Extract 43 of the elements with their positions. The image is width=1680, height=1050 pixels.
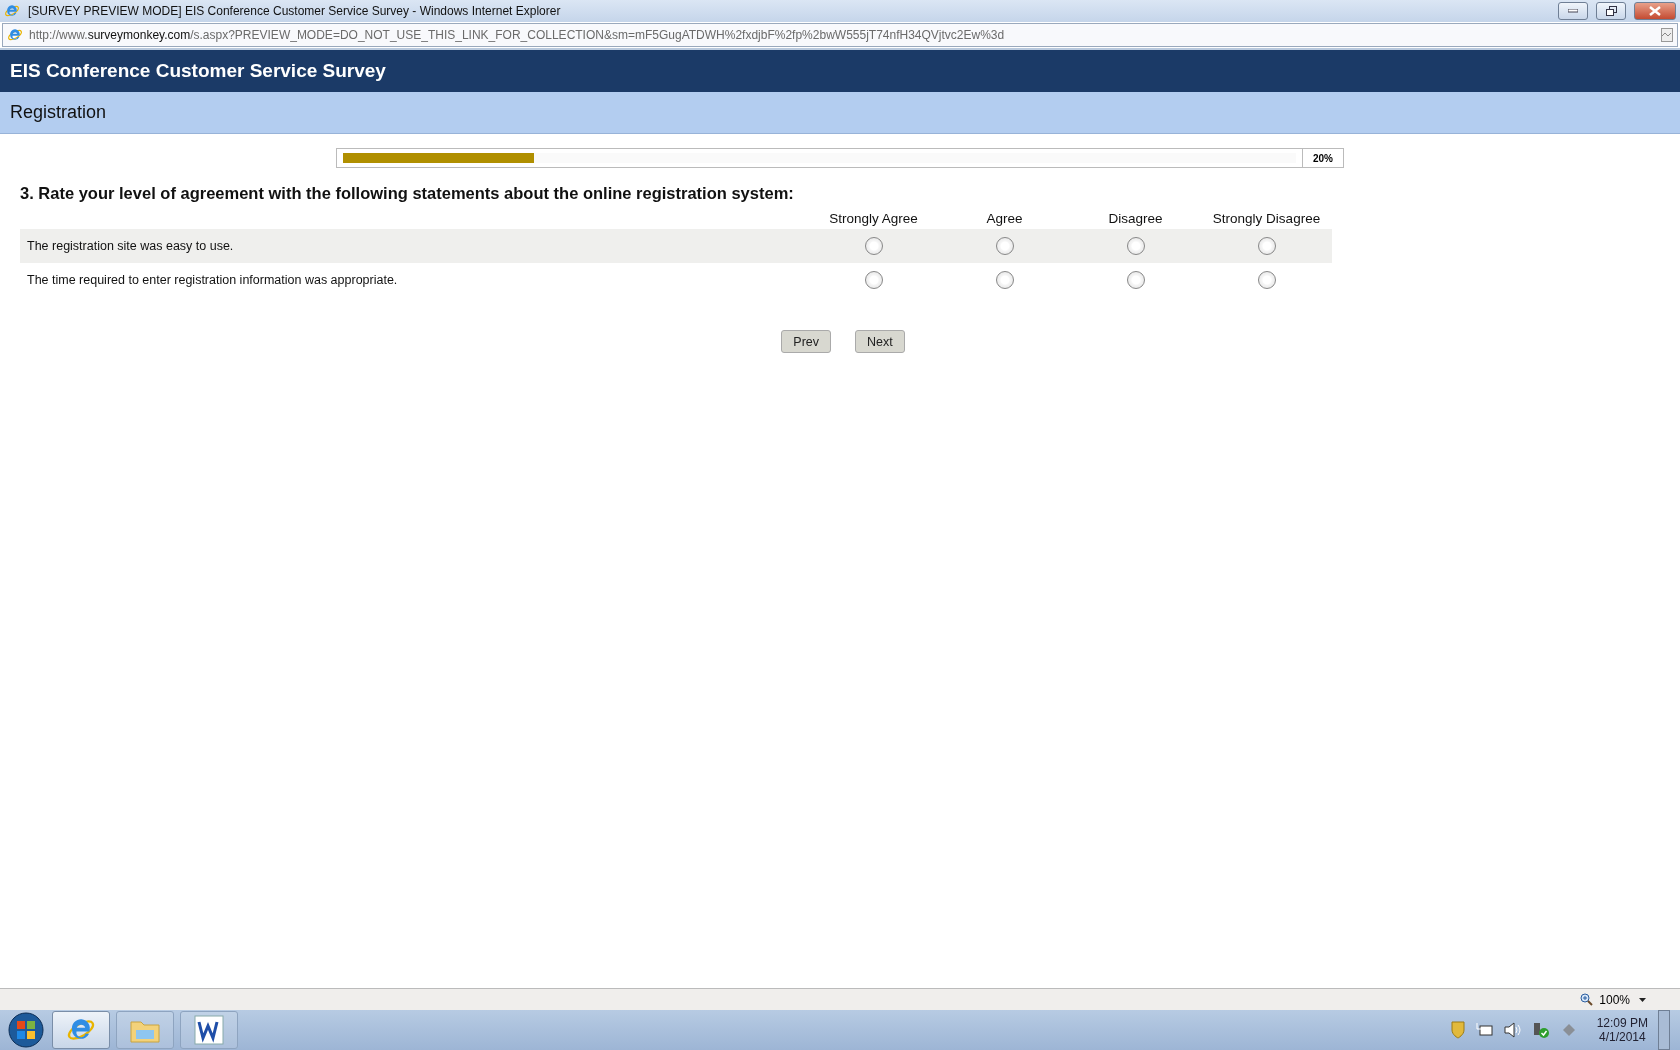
question-text: 3. Rate your level of agreement with the following statements about the online registration system: xyxy=(20,184,795,203)
shield-icon[interactable] xyxy=(1450,1021,1465,1039)
column-header: Agree xyxy=(985,211,1024,228)
column-header: Strongly Disagree xyxy=(1211,211,1322,228)
progress-label: 20% xyxy=(1302,149,1343,167)
radio-button[interactable] xyxy=(864,237,883,255)
clock[interactable]: 12:09 PM 4/1/2014 xyxy=(1596,1016,1648,1044)
radio-button[interactable] xyxy=(995,271,1014,289)
radio-button[interactable] xyxy=(1257,237,1276,255)
page-title: Registration xyxy=(0,92,1680,134)
browser-e-icon xyxy=(4,3,20,19)
url-text: http://www.surveymonkey.com/s.aspx?PREVIEW_MODE=DO_NOT_USE_THIS_LINK_FOR_COLLECTION&sm=mF5GugATDWH%2fxdjbF%2fp%2bwW555jT74nfH34QVjtvc2Ew%3d xyxy=(29,28,1006,42)
survey-title: EIS Conference Customer Service Survey xyxy=(0,50,1680,92)
clock-time: 12:09 PM xyxy=(1596,1016,1648,1030)
radio-button[interactable] xyxy=(1257,271,1276,289)
speaker-icon[interactable] xyxy=(1502,1022,1521,1038)
address-bar[interactable]: http://www.surveymonkey.com/s.aspx?PREVIEW_MODE=DO_NOT_USE_THIS_LINK_FOR_COLLECTION&sm=mF5GugATDWH%2fxdjbF%2fp%2bwW555jT74nfH34QVjtvc2Ew%3d xyxy=(2,23,1678,47)
browser-e-icon xyxy=(7,27,23,43)
taskbar-app-button[interactable] xyxy=(180,1011,238,1049)
radio-button[interactable] xyxy=(995,237,1014,255)
statement-text: The registration site was easy to use. xyxy=(20,229,808,263)
radio-button[interactable] xyxy=(864,271,883,289)
radio-button[interactable] xyxy=(1126,237,1145,255)
show-desktop-button[interactable] xyxy=(1658,1010,1670,1050)
network-icon[interactable] xyxy=(1474,1022,1493,1038)
minimize-button[interactable] xyxy=(1558,2,1588,20)
zoom-level[interactable]: 100% xyxy=(1599,992,1630,1007)
restore-icon xyxy=(1605,6,1617,16)
radio-button[interactable] xyxy=(1126,271,1145,289)
column-header: Disagree xyxy=(1107,211,1164,228)
prev-button[interactable]: Prev xyxy=(781,330,831,353)
close-button[interactable] xyxy=(1634,2,1676,20)
clock-date: 4/1/2014 xyxy=(1598,1030,1646,1044)
close-icon xyxy=(1649,6,1661,16)
zoom-icon xyxy=(1580,993,1594,1006)
window-title: [SURVEY PREVIEW MODE] EIS Conference Customer Service Survey - Windows Internet Explorer xyxy=(28,4,562,18)
minimize-icon xyxy=(1568,9,1578,13)
broken-page-icon xyxy=(1661,28,1673,42)
start-button[interactable] xyxy=(6,1011,46,1049)
restore-button[interactable] xyxy=(1596,2,1626,20)
column-header: Strongly Agree xyxy=(828,211,919,228)
next-button[interactable]: Next xyxy=(855,330,905,353)
document-w-icon xyxy=(194,1015,224,1045)
